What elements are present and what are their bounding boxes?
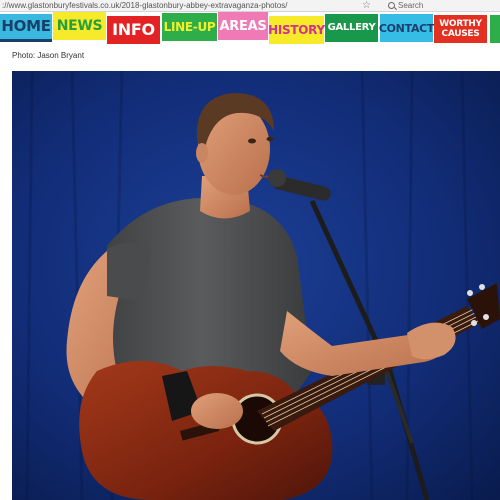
performer-illustration [12, 71, 500, 500]
nav-worthy-line2: CAUSES [441, 29, 480, 39]
nav-contact-label: CONTACT [378, 21, 435, 35]
nav-history[interactable]: HISTORY [268, 16, 325, 44]
url-text[interactable]: ://www.glastonburyfestivals.co.uk/2018-g… [0, 1, 350, 10]
gallery-photo[interactable] [12, 71, 500, 500]
site-navigation: HOME NEWS INFO LINE-UP AREAS HISTORY GAL… [0, 12, 500, 46]
nav-areas-label: AREAS [219, 18, 267, 34]
photo-credit: Photo: Jason Bryant [12, 51, 85, 60]
browser-address-bar[interactable]: ://www.glastonburyfestivals.co.uk/2018-g… [0, 0, 500, 12]
nav-worthy-line1: WORTHY [439, 18, 482, 29]
search-label: Search [398, 1, 424, 10]
nav-info-label: INFO [112, 20, 155, 39]
nav-worthy-causes[interactable]: WORTHY CAUSES [434, 15, 487, 43]
nav-lineup[interactable]: LINE-UP [162, 13, 217, 41]
nav-lineup-label: LINE-UP [163, 20, 216, 34]
nav-home-label: HOME [1, 17, 51, 35]
browser-search-box[interactable]: Search [388, 0, 423, 11]
strumming-hand [191, 393, 243, 429]
nav-news-label: NEWS [56, 18, 103, 34]
nav-news[interactable]: NEWS [53, 12, 106, 40]
nav-overflow-tab[interactable] [490, 15, 500, 43]
nav-contact[interactable]: CONTACT [378, 14, 435, 42]
bookmark-star-icon[interactable]: ☆ [362, 0, 371, 11]
nav-gallery-label: GALLERY [327, 22, 376, 33]
nav-gallery[interactable]: GALLERY [325, 14, 378, 42]
nav-areas[interactable]: AREAS [218, 12, 268, 40]
nav-home[interactable]: HOME [0, 14, 52, 42]
nav-info[interactable]: INFO [107, 16, 160, 44]
search-icon [388, 2, 395, 9]
nav-history-label: HISTORY [268, 23, 325, 37]
